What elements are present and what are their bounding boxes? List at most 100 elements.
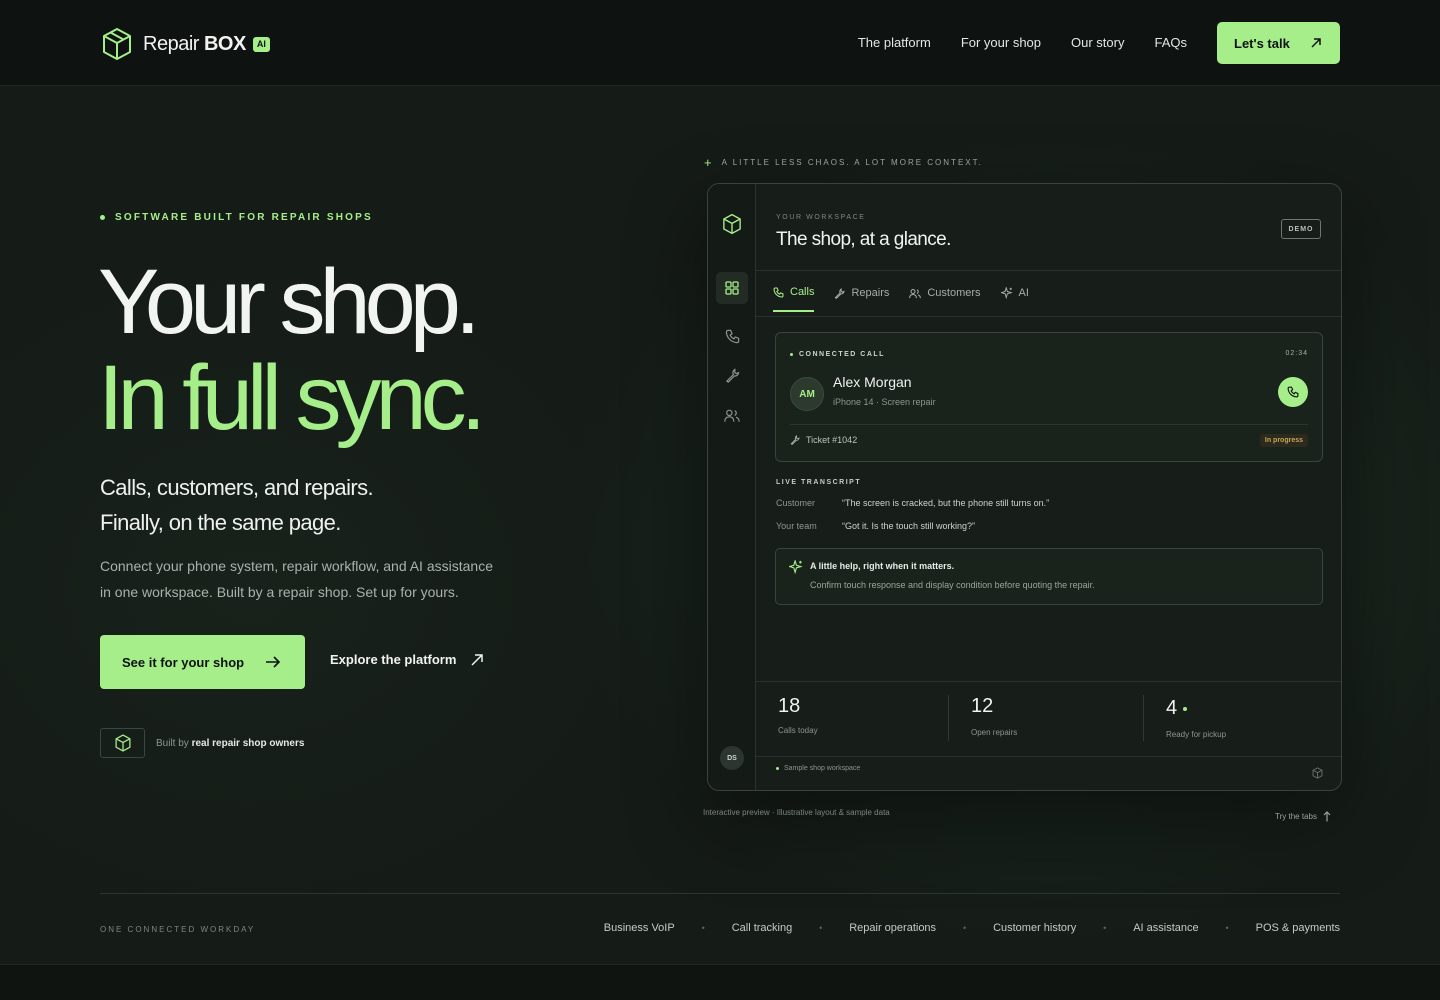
users-icon[interactable] bbox=[720, 403, 744, 427]
feature-strip-label: ONE CONNECTED WORKDAY bbox=[100, 925, 256, 934]
stat-value: 12 bbox=[971, 695, 994, 717]
tab-ai[interactable]: AI bbox=[1000, 286, 1029, 312]
grid-icon[interactable] bbox=[716, 272, 748, 304]
ai-suggestion-title: A little help, right when it matters. bbox=[810, 561, 955, 571]
status-dot-icon bbox=[776, 767, 779, 770]
cube-icon[interactable] bbox=[720, 212, 744, 236]
caller-device: iPhone 14 · Screen repair bbox=[833, 397, 936, 407]
sample-workspace-text: Sample shop workspace bbox=[784, 765, 861, 772]
wrench-icon[interactable] bbox=[720, 363, 744, 387]
main-nav: The platform For your shop Our story FAQ… bbox=[858, 35, 1187, 50]
built-box bbox=[100, 728, 145, 758]
primary-cta-label: See it for your shop bbox=[122, 654, 245, 670]
feature-strip-divider bbox=[100, 893, 1340, 894]
headline-line-2: In full sync. bbox=[98, 347, 486, 449]
stats-bar: 18 Calls today 12 Open repairs 4 Ready f… bbox=[756, 681, 1341, 757]
logo[interactable]: Repair BOX AI bbox=[101, 27, 270, 61]
user-avatar[interactable]: DS bbox=[720, 746, 744, 770]
header-divider bbox=[756, 270, 1341, 271]
site-header: Repair BOX AI The platform For your shop… bbox=[0, 0, 1440, 86]
phone-icon bbox=[1287, 386, 1299, 398]
try-tabs-hint[interactable]: Try the tabs bbox=[1275, 811, 1331, 822]
ticket-info[interactable]: Ticket #1042 bbox=[790, 435, 857, 445]
preview-sidebar: DS bbox=[708, 184, 756, 790]
call-card-divider bbox=[790, 424, 1308, 425]
nav-our-story[interactable]: Our story bbox=[1071, 35, 1124, 50]
nav-for-your-shop[interactable]: For your shop bbox=[961, 35, 1041, 50]
cube-logo-icon bbox=[101, 27, 133, 61]
demo-badge: DEMO bbox=[1281, 219, 1321, 239]
cube-icon bbox=[1312, 767, 1323, 779]
lets-talk-button[interactable]: Let's talk bbox=[1217, 22, 1340, 64]
description-line-1: Connect your phone system, repair workfl… bbox=[100, 558, 493, 574]
feature-separator-icon: • bbox=[962, 923, 967, 933]
feature-separator-icon: • bbox=[1225, 923, 1229, 933]
sparkle-icon bbox=[1000, 287, 1013, 299]
stat-value: 4 bbox=[1166, 697, 1178, 719]
connected-call-text: CONNECTED CALL bbox=[799, 351, 885, 358]
workspace-label: YOUR WORKSPACE bbox=[776, 214, 866, 221]
eyebrow-text: SOFTWARE BUILT FOR REPAIR SHOPS bbox=[115, 212, 373, 223]
wrench-icon bbox=[790, 435, 800, 445]
phone-icon bbox=[773, 287, 784, 297]
feature-separator-icon: • bbox=[819, 923, 823, 933]
phone-icon[interactable] bbox=[720, 324, 744, 348]
hero-subheadline: Calls, customers, and repairs. Finally, … bbox=[100, 470, 374, 540]
preview-eyebrow-text: A LITTLE LESS CHAOS. A LOT MORE CONTEXT. bbox=[721, 158, 983, 167]
status-badge: In progress bbox=[1259, 434, 1308, 447]
arrow-right-icon bbox=[266, 656, 281, 668]
lets-talk-label: Let's talk bbox=[1234, 35, 1290, 51]
sparkle-icon bbox=[789, 560, 803, 574]
tabs-divider bbox=[756, 316, 1341, 317]
stat-value: 18 bbox=[778, 695, 801, 717]
feature-customer-history: Customer history bbox=[993, 922, 1077, 934]
transcript-speaker: Your team bbox=[776, 521, 817, 531]
arrow-up-icon bbox=[1323, 811, 1331, 822]
preview-caption: Interactive preview · Illustrative layou… bbox=[703, 808, 890, 817]
subheadline-line-1: Calls, customers, and repairs. bbox=[100, 475, 374, 500]
tab-calls[interactable]: Calls bbox=[773, 286, 815, 312]
cube-icon bbox=[114, 734, 131, 752]
nav-faqs[interactable]: FAQs bbox=[1154, 35, 1187, 50]
feature-list: Business VoIP • Call tracking • Repair o… bbox=[604, 922, 1340, 934]
transcript-text: “The screen is cracked, but the phone st… bbox=[842, 498, 1050, 508]
nav-the-platform[interactable]: The platform bbox=[858, 35, 931, 50]
brand-name: Repair BOX bbox=[143, 32, 246, 55]
see-it-for-your-shop-button[interactable]: See it for your shop bbox=[100, 635, 305, 689]
transcript-text: “Got it. Is the touch still working?” bbox=[842, 521, 976, 531]
status-dot-icon bbox=[1183, 706, 1188, 711]
hero-eyebrow: SOFTWARE BUILT FOR REPAIR SHOPS bbox=[100, 212, 373, 223]
stat-divider bbox=[948, 695, 949, 741]
feature-call-tracking: Call tracking bbox=[731, 922, 793, 934]
hero-headline: Your shop. In full sync. bbox=[98, 254, 486, 449]
built-by-text: Built by real repair shop owners bbox=[156, 737, 305, 749]
live-transcript-label: LIVE TRANSCRIPT bbox=[776, 479, 862, 486]
ai-suggestion-card[interactable]: A little help, right when it matters. Co… bbox=[775, 548, 1323, 605]
tab-repairs[interactable]: Repairs bbox=[834, 286, 889, 312]
ai-suggestion-text: Confirm touch response and display condi… bbox=[810, 580, 1095, 590]
explore-platform-link[interactable]: Explore the platform bbox=[330, 652, 484, 667]
workspace-preview: DS YOUR WORKSPACE The shop, at a glance.… bbox=[707, 183, 1342, 791]
tab-customers-label: Customers bbox=[927, 287, 981, 299]
feature-ai-assistance: AI assistance bbox=[1133, 922, 1199, 934]
transcript-row: Your team “Got it. Is the touch still wor… bbox=[776, 521, 975, 531]
secondary-cta-label: Explore the platform bbox=[330, 652, 457, 667]
ai-badge: AI bbox=[252, 36, 270, 52]
feature-separator-icon: • bbox=[701, 923, 705, 933]
feature-pos-payments: POS & payments bbox=[1255, 922, 1340, 934]
connected-call-card[interactable]: CONNECTED CALL 02:34 AM Alex Morgan iPho… bbox=[775, 332, 1323, 462]
transcript-speaker: Customer bbox=[776, 498, 816, 508]
arrow-up-right-icon bbox=[471, 653, 484, 666]
tab-customers[interactable]: Customers bbox=[909, 286, 981, 312]
tab-repairs-label: Repairs bbox=[851, 287, 890, 299]
preview-tabs: Calls Repairs Customers AI bbox=[773, 286, 1029, 312]
wrench-icon bbox=[835, 287, 846, 299]
call-phone-button[interactable] bbox=[1278, 377, 1308, 407]
transcript-row: Customer “The screen is cracked, but the … bbox=[776, 498, 1049, 508]
preview-eyebrow: + A LITTLE LESS CHAOS. A LOT MORE CONTEX… bbox=[704, 155, 983, 170]
plus-icon: + bbox=[704, 155, 712, 170]
stat-label: Ready for pickup bbox=[1166, 730, 1227, 739]
description-line-2: in one workspace. Built by a repair shop… bbox=[100, 584, 459, 600]
feature-separator-icon: • bbox=[1103, 923, 1107, 933]
stat-value-wrap: 4 bbox=[1166, 697, 1188, 720]
